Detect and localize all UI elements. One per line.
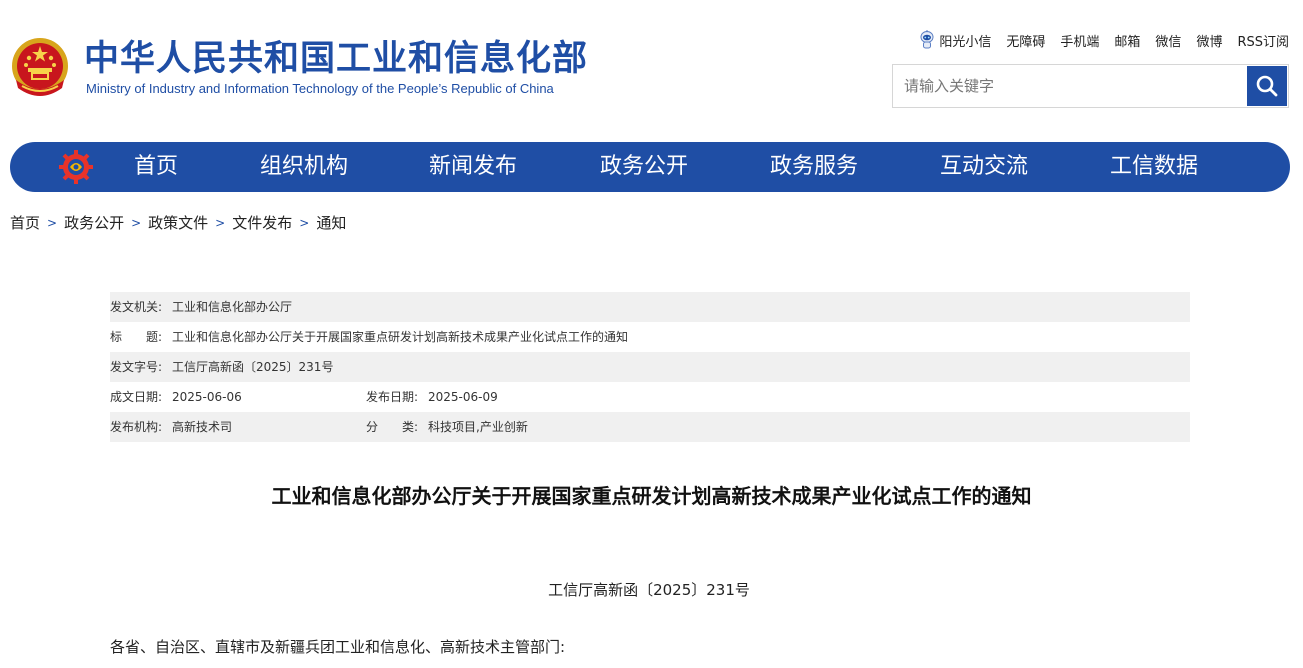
meta-cell: 分 类: 科技项目,产业创新	[366, 412, 528, 442]
top-links: 阳光小信 无障碍 手机端 邮箱 微信 微博 RSS订阅	[919, 30, 1289, 50]
meta-label: 分 类:	[366, 412, 428, 442]
meta-row-org: 发布机构: 高新技术司 分 类: 科技项目,产业创新	[110, 412, 1190, 442]
meta-value-published: 2025-06-09	[428, 390, 498, 404]
toplink-wechat[interactable]: 微信	[1155, 31, 1181, 50]
meta-label: 发布机构:	[110, 420, 163, 434]
meta-value-title: 工业和信息化部办公厅关于开展国家重点研发计划高新技术成果产业化试点工作的通知	[172, 330, 629, 344]
toplink-accessibility[interactable]: 无障碍	[1006, 31, 1045, 50]
nav-item-home[interactable]: 首页	[134, 142, 178, 192]
nav-item-organization[interactable]: 组织机构	[260, 142, 348, 192]
breadcrumb: 首页 > 政务公开 > 政策文件 > 文件发布 > 通知	[10, 212, 346, 233]
toplink-sunshine-assistant[interactable]: 阳光小信	[919, 30, 991, 50]
meta-row-dates: 成文日期: 2025-06-06 发布日期: 2025-06-09	[110, 382, 1190, 412]
toplink-rss[interactable]: RSS订阅	[1237, 31, 1289, 50]
nav-item-data[interactable]: 工信数据	[1110, 142, 1198, 192]
breadcrumb-notice[interactable]: 通知	[316, 212, 346, 233]
gear-logo-icon[interactable]	[58, 149, 94, 185]
document-meta-table: 发文机关: 工业和信息化部办公厅 标 题: 工业和信息化部办公厅关于开展国家重点研…	[110, 292, 1190, 442]
meta-label: 成文日期:	[110, 390, 163, 404]
meta-cell: 发布日期: 2025-06-09	[366, 382, 498, 412]
robot-icon	[920, 30, 934, 49]
breadcrumb-gov-affairs[interactable]: 政务公开	[64, 212, 124, 233]
search-button[interactable]	[1247, 66, 1287, 106]
national-emblem-icon[interactable]	[10, 36, 70, 102]
search-input[interactable]	[893, 65, 1246, 107]
toplink-weibo[interactable]: 微博	[1196, 31, 1222, 50]
toplink-mobile[interactable]: 手机端	[1060, 31, 1099, 50]
meta-value-category: 科技项目,产业创新	[428, 420, 528, 434]
nav-item-interaction[interactable]: 互动交流	[940, 142, 1028, 192]
breadcrumb-separator: >	[47, 215, 58, 230]
meta-row-docno: 发文字号: 工信厅高新函〔2025〕231号	[110, 352, 1190, 382]
meta-cell: 发文字号: 工信厅高新函〔2025〕231号	[110, 352, 333, 382]
meta-label-part: 类:	[402, 420, 419, 434]
meta-label-part: 题:	[146, 330, 163, 344]
meta-row-issuer: 发文机关: 工业和信息化部办公厅	[110, 292, 1190, 322]
meta-cell: 成文日期: 2025-06-06	[110, 382, 366, 412]
main-nav: 首页 组织机构 新闻发布 政务公开 政务服务 互动交流 工信数据	[10, 142, 1290, 192]
breadcrumb-policy[interactable]: 政策文件	[148, 212, 208, 233]
nav-item-news[interactable]: 新闻发布	[429, 142, 517, 192]
meta-value-org: 高新技术司	[172, 420, 233, 434]
meta-row-title: 标 题: 工业和信息化部办公厅关于开展国家重点研发计划高新技术成果产业化试点工作的…	[110, 322, 1190, 352]
meta-value-docno: 工信厅高新函〔2025〕231号	[172, 360, 334, 374]
search-box	[892, 64, 1289, 108]
meta-cell: 发文机关: 工业和信息化部办公厅	[110, 292, 292, 322]
article-title: 工业和信息化部办公厅关于开展国家重点研发计划高新技术成果产业化试点工作的通知	[271, 484, 1032, 508]
document-number: 工信厅高新函〔2025〕231号	[548, 581, 750, 599]
toplink-label: 阳光小信	[939, 34, 992, 50]
site-header: 中华人民共和国工业和信息化部 Ministry of Industry and …	[0, 0, 1303, 140]
meta-label-part: 分	[366, 420, 379, 434]
nav-item-gov-affairs[interactable]: 政务公开	[600, 142, 688, 192]
meta-label-part: 标	[110, 330, 123, 344]
toplink-mail[interactable]: 邮箱	[1114, 31, 1140, 50]
meta-cell: 发布机构: 高新技术司	[110, 412, 366, 442]
meta-label: 发文机关:	[110, 300, 163, 314]
site-subtitle: Ministry of Industry and Information Tec…	[86, 81, 554, 96]
breadcrumb-home[interactable]: 首页	[10, 212, 40, 233]
article-salutation: 各省、自治区、直辖市及新疆兵团工业和信息化、高新技术主管部门:	[110, 638, 566, 656]
breadcrumb-file-release[interactable]: 文件发布	[232, 212, 292, 233]
meta-value-created: 2025-06-06	[172, 390, 242, 404]
search-icon	[1256, 75, 1278, 97]
meta-cell: 标 题: 工业和信息化部办公厅关于开展国家重点研发计划高新技术成果产业化试点工作的…	[110, 322, 628, 352]
site-title[interactable]: 中华人民共和国工业和信息化部	[84, 38, 588, 80]
meta-value-issuer: 工业和信息化部办公厅	[172, 300, 293, 314]
breadcrumb-separator: >	[299, 215, 310, 230]
breadcrumb-separator: >	[131, 215, 142, 230]
meta-label: 标 题:	[110, 322, 172, 352]
breadcrumb-separator: >	[215, 215, 226, 230]
meta-label: 发文字号:	[110, 360, 163, 374]
nav-item-gov-services[interactable]: 政务服务	[770, 142, 858, 192]
meta-label: 发布日期:	[366, 390, 419, 404]
